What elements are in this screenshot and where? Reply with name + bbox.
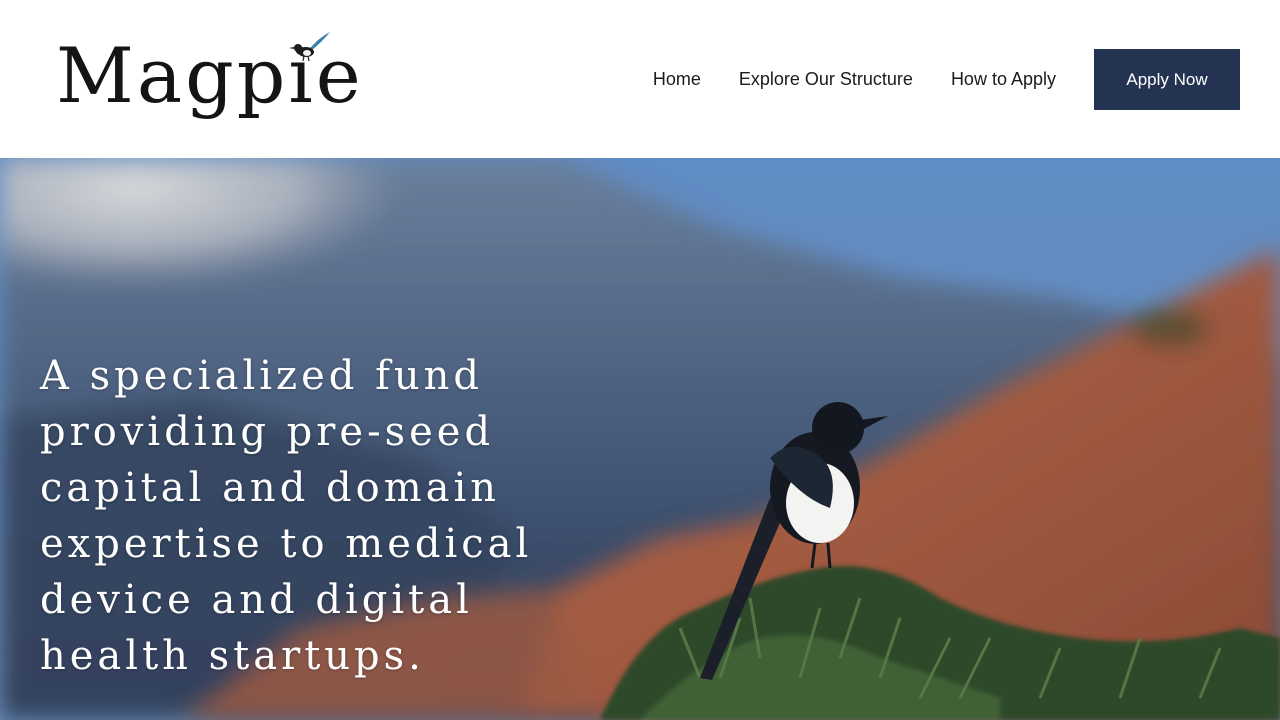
magpie-logo[interactable]: Magpie <box>56 28 361 134</box>
hero-headline: A specialized fund providing pre-seed ca… <box>40 353 533 679</box>
hero-section: A specialized fund providing pre-seed ca… <box>0 158 1280 720</box>
nav-how-to-apply-link[interactable]: How to Apply <box>951 69 1056 90</box>
apply-now-button[interactable]: Apply Now <box>1094 49 1240 110</box>
site-header: Magpie Home Explore Our Structure How to… <box>0 0 1280 158</box>
nav-explore-structure-link[interactable]: Explore Our Structure <box>739 69 913 90</box>
nav-home-link[interactable]: Home <box>653 69 701 90</box>
magpie-bird-icon <box>289 32 330 62</box>
main-navigation: Home Explore Our Structure How to Apply … <box>653 49 1240 110</box>
